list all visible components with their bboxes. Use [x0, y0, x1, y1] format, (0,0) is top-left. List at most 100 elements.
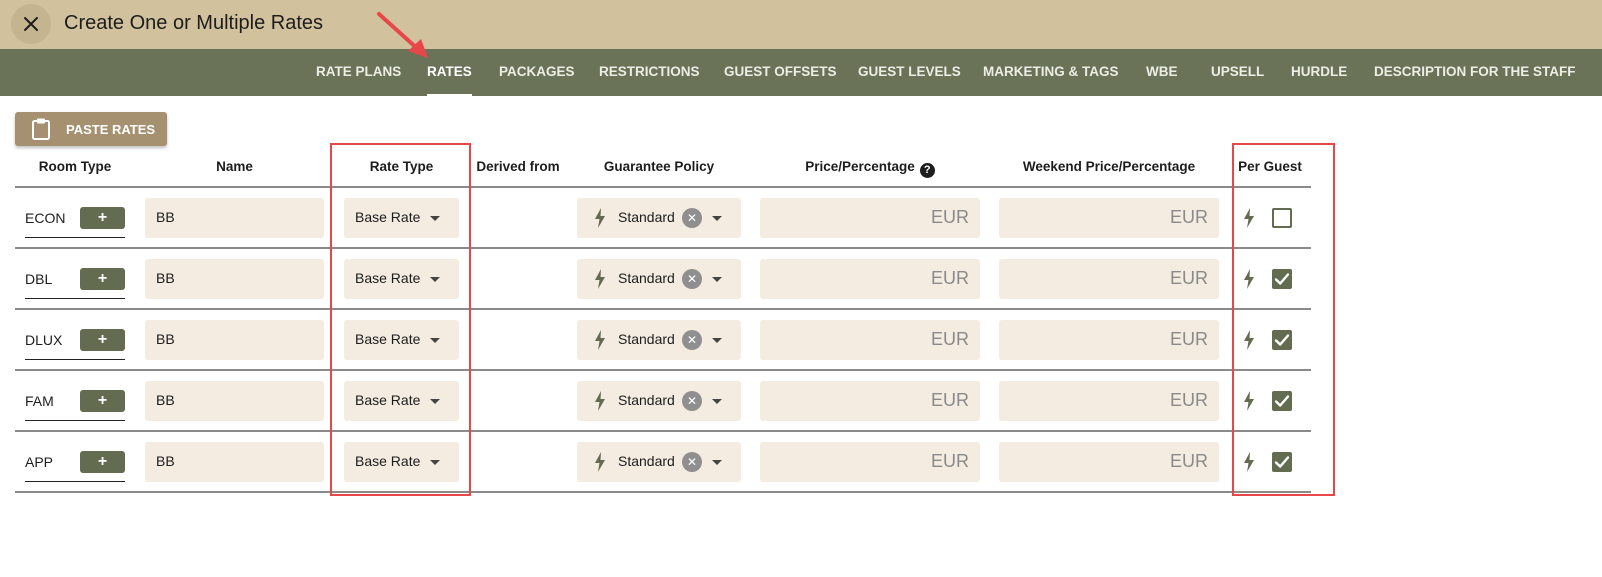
tab-wbe[interactable]: WBE: [1146, 49, 1178, 96]
currency-label: EUR: [1169, 329, 1208, 349]
weekend-price-input[interactable]: EUR: [999, 198, 1219, 238]
annotation-arrow-icon: [377, 12, 428, 58]
lightning-icon: [595, 391, 605, 411]
lightning-icon[interactable]: [1243, 391, 1255, 411]
tab-guest-levels[interactable]: GUEST LEVELS: [858, 49, 961, 96]
name-input[interactable]: BB: [145, 259, 324, 299]
add-room-button[interactable]: +: [80, 390, 125, 412]
header-derived-from: Derived from: [476, 159, 560, 174]
tab-upsell[interactable]: UPSELL: [1211, 49, 1264, 96]
guarantee-policy-value: Standard: [618, 331, 675, 347]
lightning-icon[interactable]: [1243, 452, 1255, 472]
paste-rates-button[interactable]: PASTE RATES: [15, 112, 167, 146]
currency-label: EUR: [1169, 207, 1208, 227]
add-room-button[interactable]: +: [80, 451, 125, 473]
tab-hurdle[interactable]: HURDLE: [1291, 49, 1347, 96]
rate-type-select[interactable]: Base Rate: [344, 259, 459, 299]
lightning-icon[interactable]: [1243, 269, 1255, 289]
add-room-button[interactable]: +: [80, 207, 125, 229]
chevron-down-icon: [712, 277, 722, 282]
rate-type-select[interactable]: Base Rate: [344, 320, 459, 360]
lightning-icon[interactable]: [1243, 208, 1255, 228]
chevron-down-icon: [712, 399, 722, 404]
name-input[interactable]: BB: [145, 320, 324, 360]
table-row: DLUX + BB Base Rate Standard ✕ EUR EUR: [0, 310, 1602, 371]
weekend-price-input[interactable]: EUR: [999, 320, 1219, 360]
name-input[interactable]: BB: [145, 442, 324, 482]
per-guest-checkbox[interactable]: [1272, 208, 1292, 228]
page-title: Create One or Multiple Rates: [64, 12, 324, 34]
room-type-underline: [25, 359, 125, 360]
tab-guest-offsets[interactable]: GUEST OFFSETS: [724, 49, 837, 96]
currency-label: EUR: [1169, 390, 1208, 410]
room-type-code: DBL: [25, 271, 53, 287]
rate-type-value: Base Rate: [355, 209, 421, 225]
rate-type-select[interactable]: Base Rate: [344, 442, 459, 482]
close-button[interactable]: [11, 4, 51, 44]
clear-icon[interactable]: ✕: [682, 269, 702, 289]
weekend-price-input[interactable]: EUR: [999, 259, 1219, 299]
clear-icon[interactable]: ✕: [682, 391, 702, 411]
lightning-icon: [595, 269, 605, 289]
currency-label: EUR: [1169, 268, 1208, 288]
price-input[interactable]: EUR: [760, 198, 980, 238]
guarantee-policy-select[interactable]: Standard ✕: [577, 442, 741, 482]
checkmark-icon: [1274, 456, 1290, 468]
rate-type-value: Base Rate: [355, 331, 421, 347]
table-row: DBL + BB Base Rate Standard ✕ EUR EUR: [0, 249, 1602, 310]
title-bar: Create One or Multiple Rates: [0, 0, 1602, 49]
tab-description-for-staff[interactable]: DESCRIPTION FOR THE STAFF: [1374, 49, 1576, 96]
help-icon[interactable]: ?: [919, 163, 935, 178]
guarantee-policy-select[interactable]: Standard ✕: [577, 381, 741, 421]
name-input[interactable]: BB: [145, 381, 324, 421]
guarantee-policy-select[interactable]: Standard ✕: [577, 320, 741, 360]
clear-icon[interactable]: ✕: [682, 330, 702, 350]
price-input[interactable]: EUR: [760, 259, 980, 299]
tab-packages[interactable]: PACKAGES: [499, 49, 575, 96]
chevron-down-icon: [712, 460, 722, 465]
chevron-down-icon: [430, 338, 440, 343]
price-input[interactable]: EUR: [760, 320, 980, 360]
weekend-price-input[interactable]: EUR: [999, 381, 1219, 421]
price-input[interactable]: EUR: [760, 442, 980, 482]
name-input[interactable]: BB: [145, 198, 324, 238]
tab-marketing-tags[interactable]: MARKETING & TAGS: [983, 49, 1119, 96]
per-guest-checkbox[interactable]: [1272, 391, 1292, 411]
clear-icon[interactable]: ✕: [682, 208, 702, 228]
per-guest-checkbox[interactable]: [1272, 330, 1292, 350]
room-type-underline: [25, 237, 125, 238]
chevron-down-icon: [430, 277, 440, 282]
header-room-type: Room Type: [38, 159, 112, 174]
per-guest-checkbox[interactable]: [1272, 452, 1292, 472]
tab-bar: RATE PLANS RATES PACKAGES RESTRICTIONS G…: [0, 49, 1602, 96]
header-rate-type: Rate Type: [369, 159, 434, 174]
chevron-down-icon: [712, 338, 722, 343]
clear-icon[interactable]: ✕: [682, 452, 702, 472]
guarantee-policy-select[interactable]: Standard ✕: [577, 198, 741, 238]
weekend-price-input[interactable]: EUR: [999, 442, 1219, 482]
guarantee-policy-value: Standard: [618, 392, 675, 408]
room-type-underline: [25, 420, 125, 421]
lightning-icon: [595, 208, 605, 228]
lightning-icon[interactable]: [1243, 330, 1255, 350]
guarantee-policy-select[interactable]: Standard ✕: [577, 259, 741, 299]
rate-type-select[interactable]: Base Rate: [344, 381, 459, 421]
per-guest-checkbox[interactable]: [1272, 269, 1292, 289]
rate-type-select[interactable]: Base Rate: [344, 198, 459, 238]
header-guarantee-policy: Guarantee Policy: [603, 159, 715, 174]
currency-label: EUR: [930, 451, 969, 471]
header-price-label: Price/Percentage: [805, 159, 915, 174]
guarantee-policy-value: Standard: [618, 209, 675, 225]
table-row: APP + BB Base Rate Standard ✕ EUR EUR: [0, 432, 1602, 493]
rate-type-value: Base Rate: [355, 270, 421, 286]
price-input[interactable]: EUR: [760, 381, 980, 421]
add-room-button[interactable]: +: [80, 268, 125, 290]
currency-label: EUR: [1169, 451, 1208, 471]
rate-type-value: Base Rate: [355, 392, 421, 408]
lightning-icon: [595, 452, 605, 472]
paste-rates-label: PASTE RATES: [66, 122, 156, 137]
rate-type-value: Base Rate: [355, 453, 421, 469]
add-room-button[interactable]: +: [80, 329, 125, 351]
tab-restrictions[interactable]: RESTRICTIONS: [599, 49, 700, 96]
currency-label: EUR: [930, 329, 969, 349]
